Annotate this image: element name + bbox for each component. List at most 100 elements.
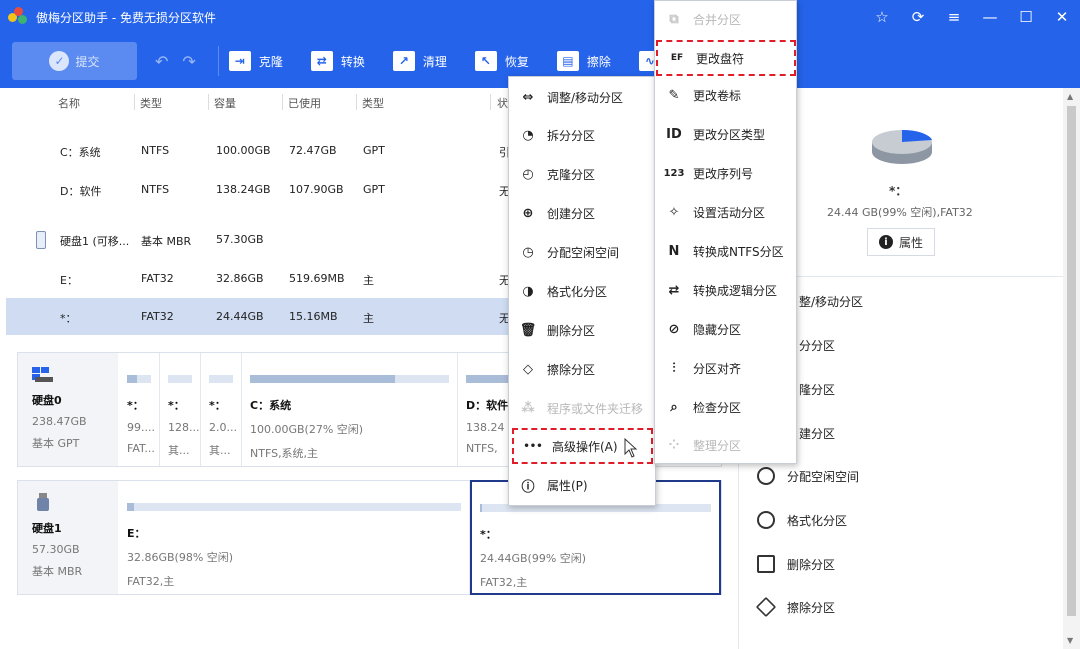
properties-button[interactable]: i 属性 [867,228,935,256]
logical-icon: ⇄ [668,282,680,298]
col-name[interactable]: 名称 [58,95,80,111]
col-status[interactable]: 状 [497,95,508,111]
col-type[interactable]: 类型 [362,95,384,111]
toolbar-clone-button[interactable]: ⇥ 克隆 [228,51,283,71]
disk0-partition[interactable]: *： 2.0... 其... [201,353,242,466]
scroll-thumb[interactable] [1067,106,1076,616]
menu-item-properties[interactable]: ⓘ 属性(P) [509,467,655,503]
resize-icon: ⇔ [522,89,534,105]
menu-item-label: 合并分区 [693,12,742,27]
wipe-icon: ▤ [556,51,579,71]
menu-item-split[interactable]: ◔ 拆分分区 [509,117,655,153]
table-row-selected[interactable]: *： FAT32 24.44GB 15.16MB 主 无 [6,298,520,335]
close-button[interactable]: ✕ [1044,0,1080,34]
menu-item-label: 更改序列号 [693,166,754,181]
disk1-name: 硬盘1 [32,522,62,535]
side-op-delete[interactable]: 删除分区 [757,552,835,576]
menu-item-set-active[interactable]: ✧ 设置活动分区 [655,194,796,230]
disk0-partition[interactable]: *： 99.... FAT... [119,353,160,466]
menu-item-allocate[interactable]: ◷ 分配空闲空间 [509,234,655,270]
menu-item-resize[interactable]: ⇔ 调整/移动分区 [509,79,655,115]
partition-fs: 其... [209,444,231,457]
partition-size: 99.... [127,421,155,434]
menu-item-label: 拆分分区 [547,128,596,143]
format-icon [757,511,775,529]
side-partition-name: *： [889,184,908,198]
favorite-star-icon[interactable]: ☆ [864,0,900,34]
create-partition-icon: ⊕ [522,205,534,221]
menu-item-merge[interactable]: ⧉ 合并分区 [655,1,796,37]
col-fs[interactable]: 类型 [140,95,162,111]
refresh-icon[interactable]: ⟳ [900,0,936,34]
menu-item-align[interactable]: ⫶ 分区对齐 [655,350,796,386]
disk0-size: 238.47GB [32,415,87,428]
menu-item-defrag[interactable]: ⁘ 整理分区 [655,427,796,463]
col-used[interactable]: 已使用 [288,95,321,111]
menu-item-wipe[interactable]: ◇ 擦除分区 [509,351,655,387]
undo-icon[interactable]: ↶ [155,52,168,71]
toolbar-convert-button[interactable]: ⇄ 转换 [310,51,365,71]
info-icon: ⓘ [521,479,535,495]
scroll-down-icon[interactable]: ▼ [1067,636,1073,645]
side-op-wipe[interactable]: 擦除分区 [755,595,835,619]
allocate-icon: ◷ [522,244,534,260]
menu-item-format[interactable]: ◑ 格式化分区 [509,273,655,309]
table-row-disk[interactable]: 硬盘1 (可移... 基本 MBR 57.30GB [6,221,520,258]
disk0-partition-c[interactable]: C：系统 100.00GB(27% 空闲) NTFS,系统,主 [242,353,458,466]
disk1-partition-e[interactable]: E： 32.86GB(98% 空闲) FAT32,主 [119,481,470,594]
maximize-button[interactable]: ☐ [1008,0,1044,34]
menu-item-label: 调整/移动分区 [547,90,624,105]
menu-item-to-logical[interactable]: ⇄ 转换成逻辑分区 [655,272,796,308]
table-row[interactable]: D：软件 NTFS 138.24GB 107.90GB GPT 无 [6,171,520,208]
disk0-info[interactable]: 硬盘0 238.47GB 基本 GPT [18,353,118,466]
menu-item-clone[interactable]: ◴ 克隆分区 [509,156,655,192]
side-scrollbar[interactable]: ▲ ▼ [1063,88,1080,649]
menu-item-to-ntfs[interactable]: N 转换成NTFS分区 [655,233,796,269]
menu-item-change-letter[interactable]: EF 更改盘符 [656,40,796,76]
menu-item-delete[interactable]: 🗑 删除分区 [509,312,655,348]
menu-item-change-label[interactable]: ✎ 更改卷标 [655,77,796,113]
partition-size: 24.44GB(99% 空闲) [480,552,587,565]
menu-item-label: 更改盘符 [696,51,745,66]
redo-icon[interactable]: ↷ [182,52,195,71]
more-icon: ••• [523,440,543,452]
table-row[interactable]: E： FAT32 32.86GB 519.69MB 主 无 [6,260,520,297]
minimize-button[interactable]: — [972,0,1008,34]
side-op-allocate[interactable]: 分配空闲空间 [757,464,859,488]
row-used: 107.90GB [289,183,344,196]
side-op-format[interactable]: 格式化分区 [757,508,847,532]
menu-item-check[interactable]: ⌕ 检查分区 [655,389,796,425]
partition-fs: FAT32,主 [480,576,528,589]
row-capacity: 138.24GB [216,183,271,196]
ntfs-icon: N [668,243,680,259]
commit-button[interactable]: ✓ 提交 [12,42,137,80]
menu-item-create[interactable]: ⊕ 创建分区 [509,195,655,231]
delete-icon: 🗑 [519,322,537,338]
toolbar-recover-button[interactable]: ↖ 恢复 [474,51,529,71]
toolbar-clean-button[interactable]: ↗ 清理 [392,51,447,71]
menu-item-migrate[interactable]: ⁂ 程序或文件夹迁移 [509,390,655,426]
align-icon: ⫶ [672,360,676,376]
menu-item-label: 擦除分区 [547,362,596,377]
check-icon: ⌕ [670,399,678,415]
menu-item-hide[interactable]: ⊘ 隐藏分区 [655,311,796,347]
disk1-info[interactable]: 硬盘1 57.30GB 基本 MBR [18,481,118,594]
menu-item-change-type[interactable]: ID 更改分区类型 [655,116,796,152]
recover-icon: ↖ [474,51,497,71]
row-capacity: 57.30GB [216,233,264,246]
scroll-up-icon[interactable]: ▲ [1067,92,1073,101]
menu-item-label: 转换成逻辑分区 [693,283,778,298]
hamburger-menu-icon[interactable]: ≡ [936,0,972,34]
row-capacity: 32.86GB [216,272,264,285]
disk0-partition[interactable]: *： 128... 其... [160,353,201,466]
table-row[interactable]: C：系统 NTFS 100.00GB 72.47GB GPT 引 [6,132,520,169]
hard-disk-icon [32,367,53,382]
col-capacity[interactable]: 容量 [214,95,236,111]
menu-item-change-serial[interactable]: 123 更改序列号 [655,155,796,191]
row-used: 519.69MB [289,272,345,285]
clone-icon: ⇥ [228,51,251,71]
mouse-cursor-icon [624,438,638,458]
toolbar-wipe-button[interactable]: ▤ 擦除 [556,51,611,71]
row-type: 主 [363,312,374,325]
clone-partition-icon: ◴ [522,166,534,182]
